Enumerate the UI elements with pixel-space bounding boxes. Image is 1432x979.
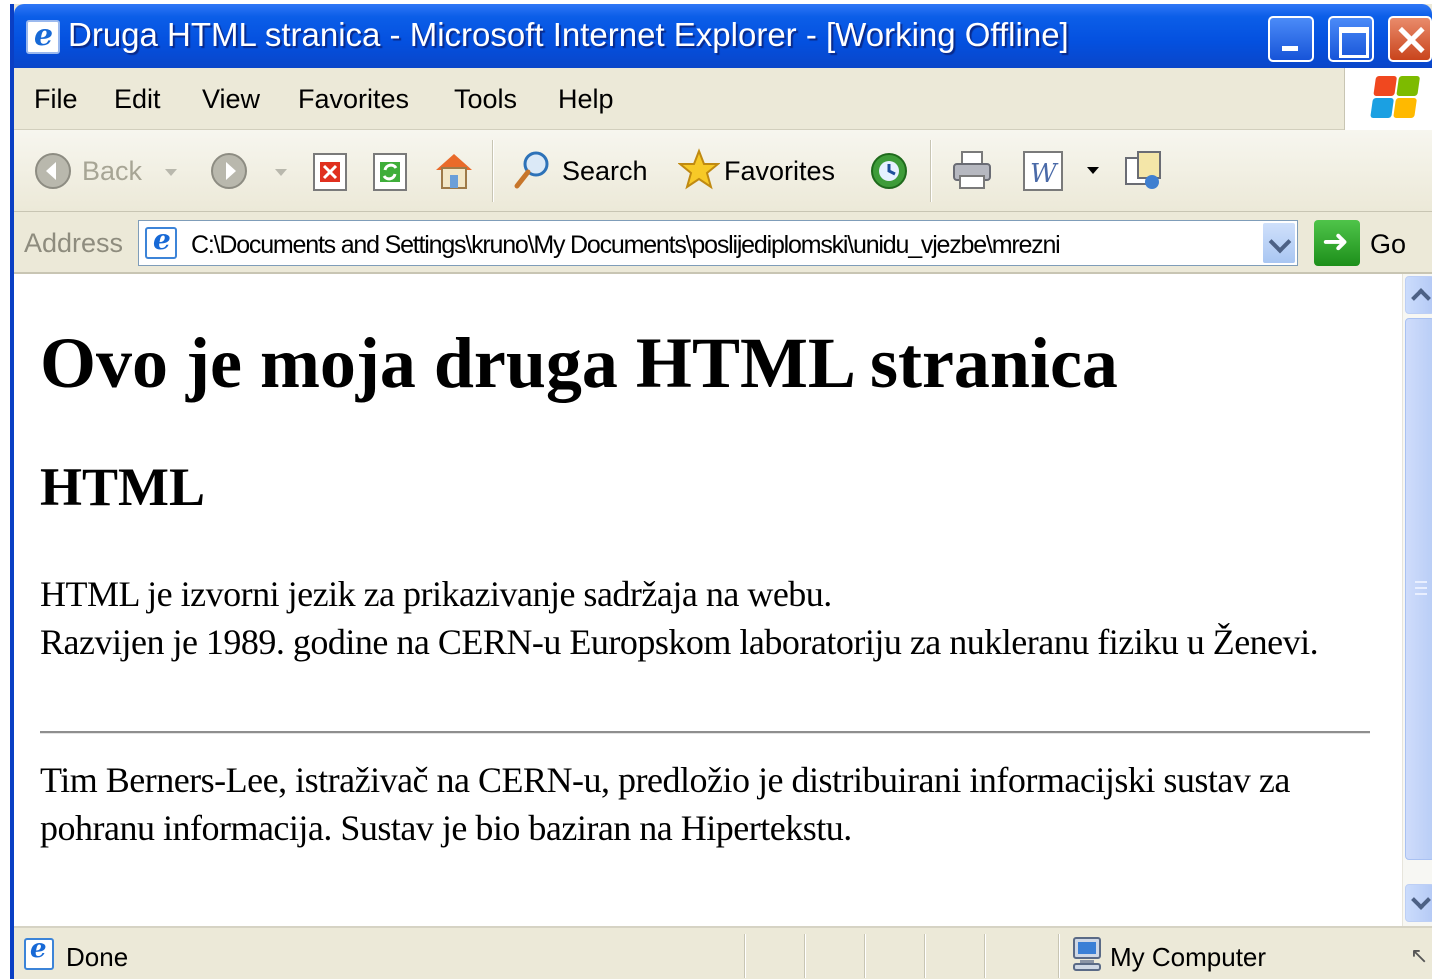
- menu-bar: File Edit View Favorites Tools Help: [14, 68, 1344, 130]
- paragraph-line: Razvijen je 1989. godine na CERN-u Europ…: [40, 622, 1319, 662]
- toolbar-separator: [492, 140, 494, 202]
- edit-dropdown-icon[interactable]: [1086, 166, 1100, 176]
- menu-favorites[interactable]: Favorites: [298, 84, 409, 115]
- forward-icon[interactable]: [210, 152, 248, 190]
- paragraph-history: Tim Berners-Lee, istraživač na CERN-u, p…: [40, 760, 1290, 848]
- search-button[interactable]: Search: [562, 156, 648, 187]
- maximize-button[interactable]: [1328, 16, 1374, 62]
- address-url[interactable]: C:\Documents and Settings\kruno\My Docum…: [191, 231, 1247, 260]
- status-pane-divider: [984, 934, 986, 978]
- print-icon[interactable]: [950, 148, 994, 192]
- paragraph-line: HTML je izvorni jezik za prikazivanje sa…: [40, 574, 832, 614]
- favorites-star-icon[interactable]: [678, 148, 720, 192]
- back-icon[interactable]: [34, 152, 72, 190]
- menu-view[interactable]: View: [202, 84, 260, 115]
- scroll-thumb[interactable]: [1405, 318, 1432, 860]
- status-pane-divider: [864, 934, 866, 978]
- section-heading: HTML: [40, 457, 206, 517]
- status-pane-divider: [804, 934, 806, 978]
- discuss-icon[interactable]: [1122, 148, 1166, 192]
- address-dropdown-icon[interactable]: [1262, 222, 1296, 264]
- scroll-up-icon[interactable]: [1405, 276, 1432, 314]
- status-pane-divider: [924, 934, 926, 978]
- menu-help[interactable]: Help: [558, 84, 614, 115]
- go-button[interactable]: Go: [1370, 229, 1406, 260]
- status-bar: Done My Computer ↖: [14, 926, 1432, 979]
- resize-grip-icon[interactable]: ↖: [1410, 944, 1428, 969]
- windows-logo-area: [1344, 68, 1432, 130]
- search-icon[interactable]: [512, 148, 554, 192]
- svg-text:W: W: [1030, 159, 1059, 189]
- scroll-grip-icon: [1415, 581, 1427, 595]
- horizontal-rule: [40, 731, 1370, 734]
- back-button[interactable]: Back: [82, 156, 142, 187]
- status-text: Done: [66, 942, 129, 972]
- home-icon[interactable]: [432, 148, 476, 192]
- status-pane-divider: [744, 934, 746, 978]
- standard-toolbar: Back Search Favorites W: [14, 130, 1432, 212]
- security-zone-text: My Computer: [1110, 942, 1267, 972]
- title-bar[interactable]: Druga HTML stranica - Microsoft Internet…: [14, 4, 1432, 68]
- status-pane-divider: [1058, 934, 1060, 978]
- scroll-down-icon[interactable]: [1405, 884, 1432, 922]
- menu-tools[interactable]: Tools: [454, 84, 517, 115]
- forward-dropdown-icon[interactable]: [274, 168, 288, 178]
- page-heading: Ovo je moja druga HTML stranica: [40, 323, 1118, 403]
- stop-icon[interactable]: [312, 152, 348, 192]
- paragraph-intro: HTML je izvorni jezik za prikazivanje sa…: [40, 570, 1360, 666]
- menu-edit[interactable]: Edit: [114, 84, 161, 115]
- ie-page-icon: [26, 18, 60, 54]
- address-bar: Address C:\Documents and Settings\kruno\…: [14, 212, 1432, 274]
- refresh-icon[interactable]: [372, 152, 408, 192]
- window-title: Druga HTML stranica - Microsoft Internet…: [68, 16, 1069, 53]
- go-arrow-icon[interactable]: [1314, 220, 1360, 266]
- vertical-scrollbar[interactable]: [1402, 274, 1432, 926]
- close-button[interactable]: [1388, 16, 1432, 62]
- minimize-button[interactable]: [1268, 16, 1314, 62]
- windows-flag-icon: [1370, 76, 1422, 120]
- page-content: Ovo je moja druga HTML stranica HTML HTM…: [14, 274, 1402, 926]
- page-icon: [145, 223, 177, 259]
- my-computer-icon: [1073, 937, 1101, 971]
- browser-window: Druga HTML stranica - Microsoft Internet…: [10, 4, 1432, 979]
- menu-file[interactable]: File: [34, 84, 78, 115]
- address-label: Address: [24, 228, 124, 258]
- page-done-icon: [24, 934, 54, 970]
- favorites-button[interactable]: Favorites: [724, 156, 835, 187]
- history-icon[interactable]: [868, 150, 910, 192]
- back-dropdown-icon[interactable]: [164, 168, 178, 178]
- edit-word-icon[interactable]: W: [1022, 150, 1064, 192]
- toolbar-separator-2: [930, 140, 932, 202]
- address-field[interactable]: C:\Documents and Settings\kruno\My Docum…: [138, 220, 1298, 266]
